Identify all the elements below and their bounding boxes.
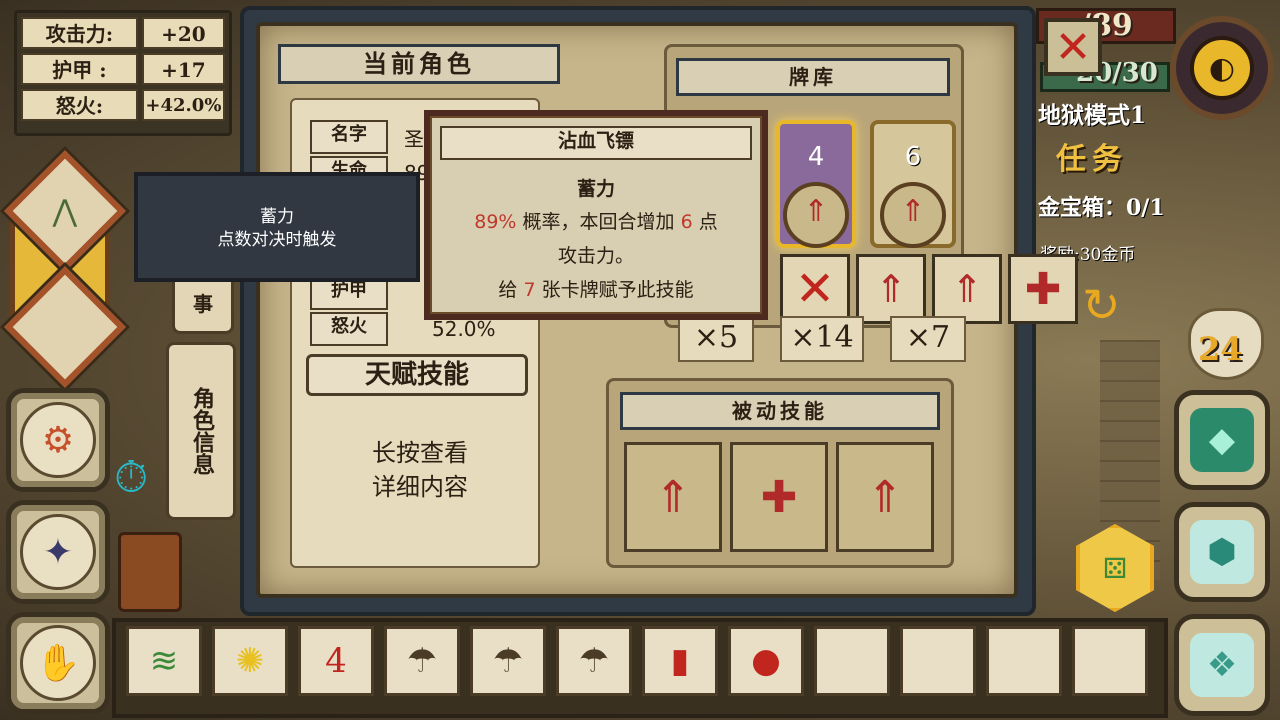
stat-value: +17	[141, 53, 225, 85]
stat-value: +42.0%	[141, 89, 225, 121]
card-number: 4	[807, 142, 825, 172]
herb-icon[interactable]: ≋	[126, 626, 202, 696]
polyhedron-icon: ⬢	[1190, 520, 1254, 584]
lower-dice-slot[interactable]	[4, 266, 126, 388]
tab-story-label: 事	[193, 291, 213, 316]
card-number: 6	[904, 142, 922, 172]
stat-label: 攻击力:	[21, 17, 138, 49]
stat-value: +20	[141, 17, 225, 49]
cross-icon[interactable]: ✕	[780, 254, 850, 324]
dice-icon: ⚄	[1102, 551, 1128, 585]
quest-item: 金宝箱：0/1	[1038, 195, 1165, 221]
deck-card[interactable]: 4 ⇑	[776, 120, 856, 248]
dart-icon: ⇑	[880, 182, 946, 248]
tab-character-info[interactable]: 角色信息	[166, 342, 236, 520]
upper-dice-slot[interactable]: ⋀	[4, 150, 126, 272]
talent-hint: 长按查看 详细内容	[300, 436, 540, 504]
empty-slot[interactable]	[986, 626, 1062, 696]
eye-icon: ◐	[1190, 36, 1254, 100]
close-button[interactable]: ✕	[1044, 18, 1102, 76]
gold-count: 24	[1198, 330, 1243, 368]
card-count: ×14	[780, 316, 864, 362]
card-counts: ×5 ×14 ×7	[678, 316, 966, 362]
character-portrait[interactable]: ◐	[1170, 16, 1274, 120]
passive-skills-list: ⇑ ✚ ⇑	[624, 442, 934, 552]
info-value: 圣	[404, 126, 424, 151]
desc-text: 张卡牌赋予此技能	[541, 279, 694, 301]
card-count: ×5	[678, 316, 754, 362]
dart-badge-icon[interactable]: ⇑	[624, 442, 722, 552]
timer-icon[interactable]: ⏱	[114, 452, 166, 514]
gear-icon: ⚙	[20, 402, 96, 478]
tab-character-info-label: 角色信息	[189, 387, 214, 475]
emerald-icon: ◆	[1190, 408, 1254, 472]
dart-icon[interactable]: ⇑	[932, 254, 1002, 324]
hand-button[interactable]: ✋	[6, 612, 110, 714]
card-count: ×7	[890, 316, 966, 362]
desc-text: 给	[498, 279, 518, 301]
difficulty-mode: 地狱模式1	[1038, 102, 1147, 129]
panel-title: 当前角色	[278, 44, 560, 84]
talent-tooltip-title: 蓄力	[260, 207, 294, 227]
deck-title: 牌库	[676, 58, 950, 96]
talent-hint-line: 详细内容	[372, 473, 468, 501]
empty-slot[interactable]	[814, 626, 890, 696]
stat-label: 怒火:	[21, 89, 138, 121]
empty-slot[interactable]	[1072, 626, 1148, 696]
gem-button[interactable]: ◆	[1174, 390, 1270, 490]
info-label: 怒火	[310, 312, 388, 346]
info-label: 名字	[310, 120, 388, 154]
talent-tooltip-desc: 点数对决时触发	[217, 230, 337, 250]
card-tooltip: 沾血飞镖 蓄力 89% 概率，本回合增加 6 点 攻击力。 给 7 张卡牌赋予此…	[424, 110, 768, 320]
desc-text: 点	[698, 211, 718, 233]
close-icon: ✕	[1054, 21, 1092, 73]
dart-badge-icon[interactable]: ⇑	[836, 442, 934, 552]
talent-hint-line: 长按查看	[372, 439, 468, 467]
cards-value: 7	[523, 279, 536, 301]
stat-label: 护甲 :	[21, 53, 138, 85]
talent-tooltip: 蓄力 点数对决时触发	[134, 172, 420, 282]
passive-skills-title: 被动技能	[620, 392, 940, 430]
info-value: 52.0%	[432, 317, 496, 341]
mushroom-icon[interactable]: ☂	[470, 626, 546, 696]
sun-flower-icon[interactable]: ✺	[212, 626, 288, 696]
shards-button[interactable]: ❖	[1174, 614, 1270, 716]
crystal-shards-icon: ❖	[1190, 633, 1254, 697]
dart-icon: ⇑	[783, 182, 849, 248]
dart-badge-icon[interactable]: ⇑	[856, 254, 926, 324]
stats-table: 攻击力: +20 护甲 : +17 怒火: +42.0%	[14, 10, 232, 136]
compass-icon: ✦	[20, 514, 96, 590]
deck-card[interactable]: 6 ⇑	[870, 120, 956, 248]
settings-button[interactable]: ⚙	[6, 388, 110, 492]
chance-value: 89%	[474, 211, 517, 233]
vial-icon[interactable]: ▮	[642, 626, 718, 696]
hand-icon: ✋	[20, 625, 96, 701]
empty-slot[interactable]	[900, 626, 976, 696]
mushroom-icon[interactable]: ☂	[384, 626, 460, 696]
info-row: 名字圣	[310, 120, 424, 154]
card-tooltip-desc: 89% 概率，本回合增加 6 点 攻击力。 给 7 张卡牌赋予此技能	[432, 205, 760, 307]
sprout-icon: ⋀	[52, 193, 78, 229]
heal-hand-icon[interactable]: ✚	[730, 442, 828, 552]
quest-title: 任务	[1056, 142, 1128, 177]
card-tooltip-skill: 蓄力	[576, 178, 615, 200]
card-action-bar: ✕ ⇑ ⇑ ✚	[780, 254, 1078, 324]
refresh-icon[interactable]: ↻	[1082, 278, 1121, 332]
mushroom-icon[interactable]: ☂	[556, 626, 632, 696]
heal-icon[interactable]: ✚	[1008, 254, 1078, 324]
crystal-button[interactable]: ⬢	[1174, 502, 1270, 602]
amount-value: 6	[680, 211, 693, 233]
journal-book-icon[interactable]	[118, 532, 182, 612]
desc-text: 概率，本回合增加	[522, 211, 675, 233]
talent-skill-header: 天赋技能	[306, 354, 528, 396]
card-tooltip-title: 沾血飞镖	[440, 126, 752, 160]
potion-icon[interactable]: ●	[728, 626, 804, 696]
map-button[interactable]: ✦	[6, 500, 110, 604]
desc-text: 攻击力。	[557, 245, 634, 267]
scroll-4-icon[interactable]: 4	[298, 626, 374, 696]
inventory-slots: ≋ ✺ 4 ☂ ☂ ☂ ▮ ●	[126, 626, 1148, 696]
